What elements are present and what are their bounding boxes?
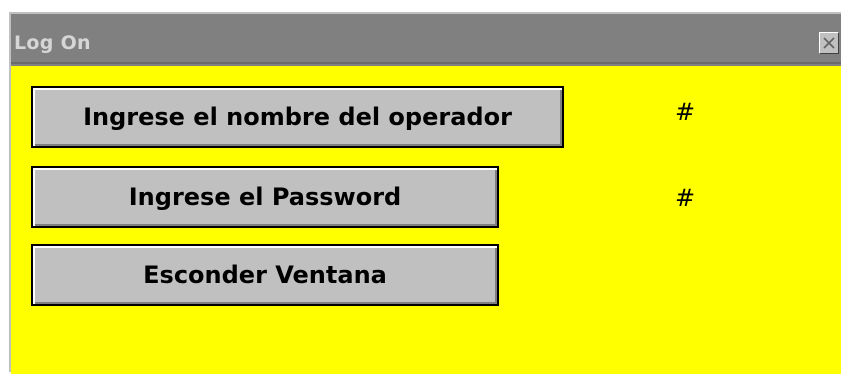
close-icon [823,37,835,49]
enter-password-button[interactable]: Ingrese el Password [31,166,499,228]
window-titlebar[interactable]: Log On [11,14,841,64]
enter-operator-name-button[interactable]: Ingrese el nombre del operador [31,86,564,148]
close-button[interactable] [819,32,839,54]
password-value: # [675,184,696,212]
window-title: Log On [14,32,91,54]
operator-name-value: # [675,98,696,126]
window-client-area: Ingrese el nombre del operador # Ingrese… [11,66,841,374]
logon-window: Log On Ingrese el nombre del operador # … [9,12,841,374]
hide-window-button[interactable]: Esconder Ventana [31,244,499,306]
